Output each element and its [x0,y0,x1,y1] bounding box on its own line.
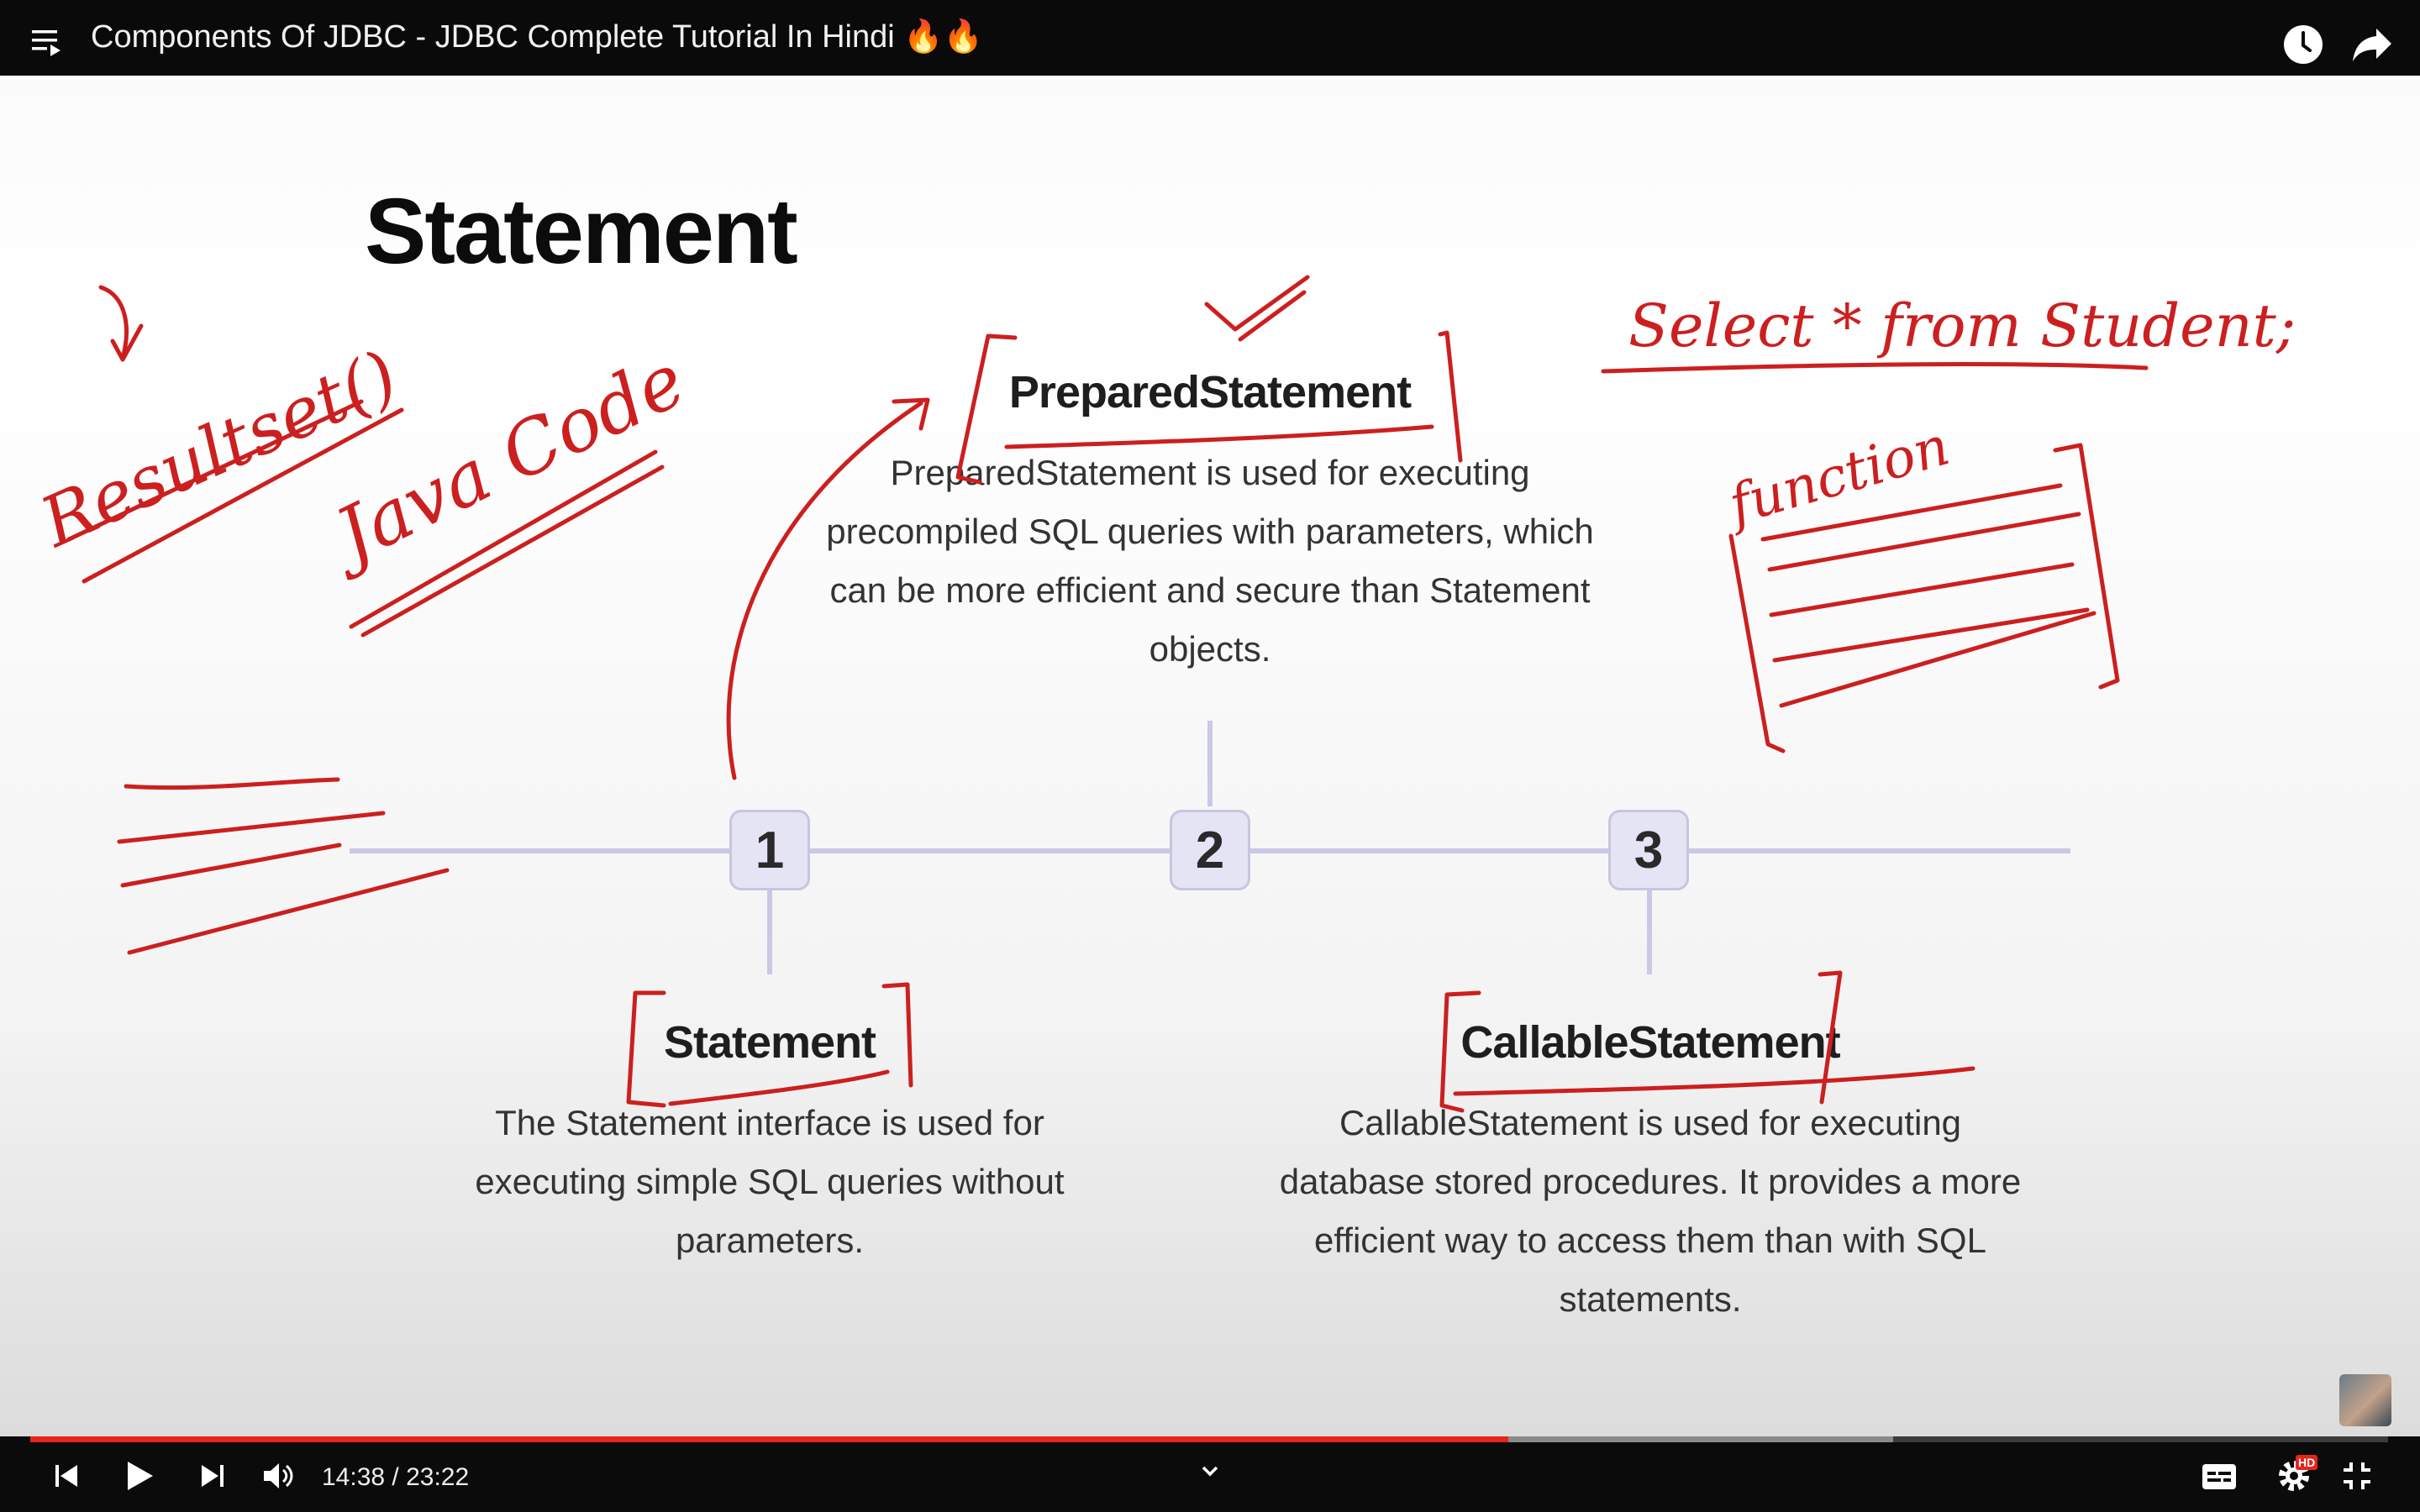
hd-badge: HD [2296,1455,2318,1470]
channel-avatar[interactable] [2339,1374,2391,1426]
card-heading: PreparedStatement [1008,367,1412,417]
card-heading: CallableStatement [1460,1017,1840,1068]
exit-fullscreen-icon[interactable] [2341,1460,2373,1492]
player-controls: 14:38 / 23:22 HD [0,1436,2420,1512]
previous-icon[interactable] [52,1462,81,1490]
video-title[interactable]: Components Of JDBC - JDBC Complete Tutor… [91,18,983,55]
ink-arrow-down [98,285,129,360]
card-prepared-statement: PreparedStatement PreparedStatement is u… [807,366,1613,679]
ink-java-code-text: Java Code [312,337,698,585]
timeline-stem [1647,890,1652,974]
ink-checkmark [1238,290,1307,342]
ink-sql-text: Select * from Student; [1628,291,2296,360]
ink-underline [66,399,364,542]
ink-box-line [1767,512,2081,572]
ink-bracket [1728,533,1786,753]
play-icon[interactable] [123,1458,156,1494]
chevron-down-icon[interactable] [1198,1463,1222,1480]
timeline-node-2: 2 [1170,810,1250,890]
card-description: CallableStatement is used for executing … [1279,1103,2022,1319]
ink-underline [82,407,404,584]
video-player[interactable]: Components Of JDBC - JDBC Complete Tutor… [0,0,2420,1512]
ink-box-line [1772,607,2090,663]
progress-bar[interactable] [30,1436,2388,1442]
ink-function-text: function [1719,415,1956,538]
ink-box-line [1760,483,2063,542]
timeline-node-3: 3 [1608,810,1689,890]
captions-icon[interactable] [2202,1463,2237,1490]
ink-checkmark [1204,275,1310,332]
card-statement: Statement The Statement interface is use… [429,1016,1111,1270]
ink-bracket [2053,443,2120,690]
card-description: PreparedStatement is used for executing … [826,453,1594,669]
ink-scribble [127,868,450,955]
ink-scribble [120,843,342,888]
ink-box-line [1779,611,2096,708]
ink-underline [1601,362,2149,374]
player-top-bar: Components Of JDBC - JDBC Complete Tutor… [0,0,2420,76]
slide: Statement 1 2 3 PreparedStatement Prepar… [0,76,2420,1436]
card-callable-statement: CallableStatement CallableStatement is u… [1257,1016,2044,1329]
share-icon[interactable] [2351,25,2393,64]
time-display: 14:38 / 23:22 [322,1463,470,1491]
timeline-stem [1207,721,1213,806]
volume-icon[interactable] [262,1460,296,1492]
ink-underline [360,465,665,638]
card-heading: Statement [663,1017,876,1068]
card-description: The Statement interface is used for exec… [475,1103,1065,1260]
timeline-node-1: 1 [729,810,810,890]
next-icon[interactable] [198,1462,227,1490]
ink-scribble [124,777,340,790]
clock-icon[interactable] [2282,24,2324,66]
progress-played [30,1436,1509,1442]
timeline-stem [767,890,772,974]
ink-scribble [117,811,386,844]
ink-resultset-text: Resultset() [29,336,409,564]
settings-button[interactable]: HD [2272,1455,2318,1497]
ink-box-line [1769,562,2075,617]
playlist-icon[interactable] [32,29,66,57]
ink-arrow-head [110,323,144,362]
slide-title: Statement [365,180,798,283]
ink-underline [349,449,658,629]
